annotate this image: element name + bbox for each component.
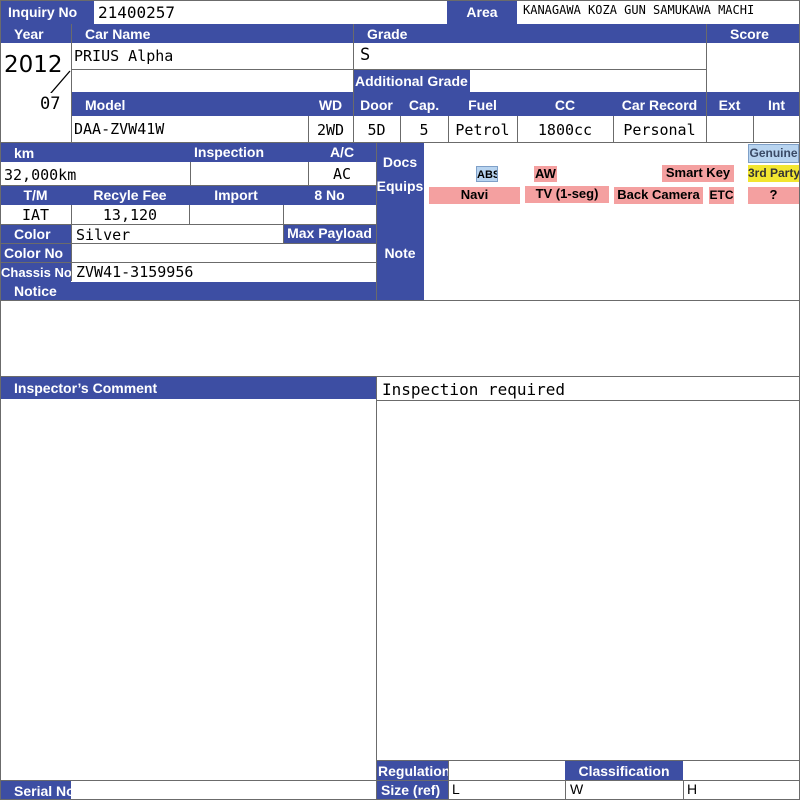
size-h-value: H [687,780,707,800]
wd-label: WD [308,92,353,116]
fuel-value: Petrol [448,119,517,141]
car-record-value: Personal [613,119,706,141]
equip-smart-key: Smart Key [662,165,734,182]
equip-navi: Navi [429,187,520,204]
serial-no-value [76,781,374,800]
max-payload-label: Max Payload [283,224,376,243]
tm-value: IAT [0,206,71,224]
inquiry-no-label: Inquiry No [0,0,94,24]
color-no-label: Color No [0,243,71,262]
cap-label: Cap. [400,92,448,116]
ac-value: AC [308,165,376,185]
chassis-no-label: Chassis No [0,262,71,282]
equip-etc: ETC [709,187,734,204]
size-l-value: L [452,780,472,800]
eight-no-label: 8 No [283,186,376,205]
note-label: Note [376,244,424,262]
recycle-fee-value: 13,120 [71,206,189,224]
size-w-value: W [570,780,590,800]
score-label: Score [706,24,800,43]
comment-right-value: Inspection required [382,380,794,400]
km-value: 32,000km [4,165,188,185]
car-name-value: PRIUS Alpha [74,47,350,69]
car-name-label: Car Name [71,24,353,43]
import-value [189,206,283,224]
notice-label: Notice [0,282,376,300]
legend-genuine: Genuine [748,144,799,163]
legend-unknown: ? [748,187,799,204]
ext-value [706,119,753,141]
int-value [753,119,800,141]
eight-no-value [283,206,376,224]
area-label: Area [447,0,517,24]
recycle-fee-label: Recyle Fee [71,186,189,205]
year-divider-slash [50,70,71,93]
color-value: Silver [76,226,282,244]
month-value: 07 [40,94,68,114]
notice-value [4,302,794,374]
year-label: Year [0,24,71,43]
docs-label: Docs [376,153,424,171]
cap-value: 5 [400,119,448,141]
model-label: Model [71,92,308,116]
equip-aw: AW [534,166,557,182]
score-value [706,43,800,92]
grade-value: S [360,45,700,67]
ac-label: A/C [308,143,376,162]
equip-back-camera: Back Camera [614,187,703,204]
max-payload-value [283,244,376,262]
regulation-label: Regulation [377,761,448,780]
car-record-label: Car Record [613,92,706,116]
color-label: Color [0,224,71,243]
km-label: km [0,143,190,162]
note-value [428,208,796,298]
cc-value: 1800cc [517,119,613,141]
size-ref-label: Size (ref) [377,780,448,800]
tm-label: T/M [0,186,71,205]
chassis-no-value: ZVW41-3159956 [76,263,374,281]
color-no-value [76,244,282,262]
additional-grade-value [470,70,706,92]
classification-label: Classification [565,761,683,780]
legend-third-party: 3rd Party [748,165,799,182]
inspection-value [190,165,308,185]
int-label: Int [753,92,800,116]
import-label: Import [189,186,283,205]
fuel-label: Fuel [448,92,517,116]
serial-no-label: Serial No [0,781,71,800]
equip-abs: ABS [476,166,498,182]
equips-label: Equips [376,177,424,195]
grade-label: Grade [353,24,706,43]
equip-tv: TV (1-seg) [525,186,609,203]
wd-value: 2WD [308,119,353,141]
model-value: DAA-ZVW41W [74,119,306,141]
ext-label: Ext [706,92,753,116]
inspection-label: Inspection [190,143,308,162]
additional-grade-label: Additional Grade [353,70,470,92]
door-label: Door [353,92,400,116]
inspectors-comment-label: Inspector’s Comment [0,377,376,399]
cc-label: CC [517,92,613,116]
inquiry-no-value: 21400257 [94,0,447,24]
area-value: KANAGAWA KOZA GUN SAMUKAWA MACHI [517,0,800,24]
door-value: 5D [353,119,400,141]
